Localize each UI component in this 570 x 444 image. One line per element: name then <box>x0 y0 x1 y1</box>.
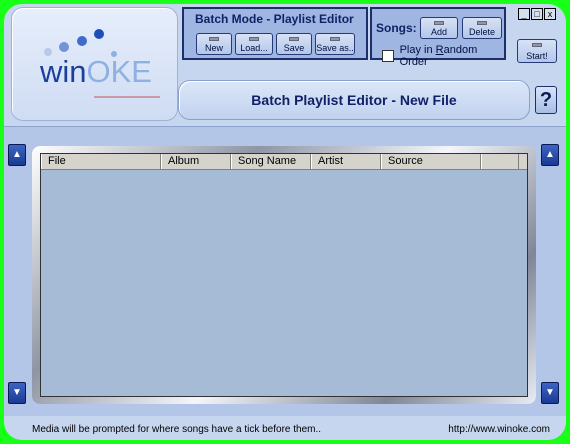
move-down-right-icon[interactable]: ▼ <box>541 382 559 404</box>
column-artist[interactable]: Artist <box>311 154 381 169</box>
app-window: winOKE Batch Mode - Playlist Editor New … <box>4 4 566 440</box>
new-button[interactable]: New <box>196 33 232 55</box>
add-song-button[interactable]: Add <box>420 17 458 39</box>
button-led-icon <box>289 37 299 41</box>
playlist-frame: File Album Song Name Artist Source <box>32 146 536 404</box>
load-button[interactable]: Load... <box>235 33 273 55</box>
button-led-icon <box>330 37 340 41</box>
winoke-logo: winOKE <box>11 7 178 121</box>
minimize-icon[interactable]: _ <box>518 8 530 20</box>
column-extra[interactable] <box>481 154 519 169</box>
batch-mode-title: Batch Mode - Playlist Editor <box>195 12 354 26</box>
save-as-button-label: Save as.. <box>316 43 354 53</box>
delete-song-button[interactable]: Delete <box>462 17 502 39</box>
random-order-checkbox[interactable] <box>382 50 394 62</box>
restore-icon[interactable]: □ <box>531 8 543 20</box>
logo-win: win <box>40 54 87 89</box>
save-button-label: Save <box>283 43 305 53</box>
random-label-accel: R <box>435 44 444 56</box>
random-order-label: Play in Random Order <box>400 44 504 68</box>
move-up-left-icon[interactable]: ▲ <box>8 144 26 166</box>
column-album[interactable]: Album <box>161 154 231 169</box>
songs-title: Songs: <box>376 21 417 35</box>
button-led-icon <box>249 37 259 41</box>
column-song-name[interactable]: Song Name <box>231 154 311 169</box>
move-down-left-icon[interactable]: ▼ <box>8 382 26 404</box>
load-button-label: Load... <box>240 43 268 53</box>
window-controls: _ □ x <box>518 8 556 20</box>
save-button[interactable]: Save <box>276 33 312 55</box>
new-button-label: New <box>204 43 223 53</box>
status-message: Media will be prompted for where songs h… <box>32 424 322 435</box>
move-up-right-icon[interactable]: ▲ <box>541 144 559 166</box>
logo-text: winOKE <box>40 54 152 90</box>
button-led-icon <box>209 37 219 41</box>
page-title: Batch Playlist Editor - New File <box>178 80 530 120</box>
add-button-label: Add <box>430 27 447 37</box>
start-button-label: Start! <box>526 51 548 61</box>
start-button[interactable]: Start! <box>517 39 557 63</box>
logo-underline <box>94 96 160 98</box>
button-led-icon <box>434 21 444 25</box>
button-led-icon <box>477 21 487 25</box>
column-source[interactable]: Source <box>381 154 481 169</box>
random-order-option[interactable]: Play in Random Order <box>382 44 504 68</box>
random-label-pre: Play in <box>399 44 436 56</box>
close-icon[interactable]: x <box>544 8 556 20</box>
status-bar: Media will be prompted for where songs h… <box>16 422 556 438</box>
songs-panel: Songs: Add Delete Play in Random Order <box>370 7 506 68</box>
table-header: File Album Song Name Artist Source <box>41 154 527 170</box>
website-link[interactable]: http://www.winoke.com <box>448 424 550 435</box>
logo-oke: OKE <box>86 54 152 89</box>
button-led-icon <box>532 43 542 47</box>
help-button[interactable]: ? <box>535 86 557 114</box>
playlist-table[interactable]: File Album Song Name Artist Source <box>40 153 528 397</box>
column-file[interactable]: File <box>41 154 161 169</box>
save-as-button[interactable]: Save as.. <box>315 33 355 55</box>
delete-button-label: Delete <box>468 27 495 37</box>
batch-mode-panel: Batch Mode - Playlist Editor New Load...… <box>182 7 368 60</box>
